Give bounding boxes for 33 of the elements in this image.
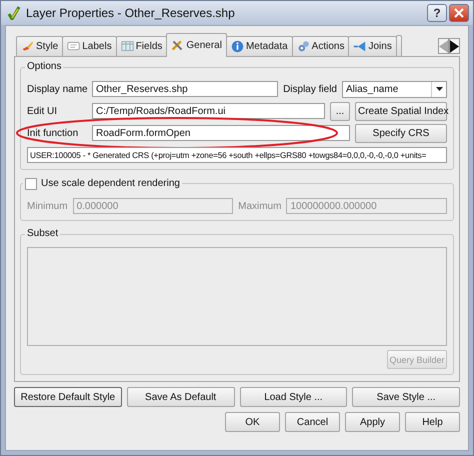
tab[interactable]: Fields (116, 36, 168, 56)
dialog-button[interactable]: Cancel (285, 412, 340, 432)
dialog-button[interactable]: OK (225, 412, 280, 432)
group-title: Options (25, 61, 64, 73)
tab[interactable]: Style (16, 36, 64, 56)
specify-crs-button[interactable]: Specify CRS (355, 124, 447, 142)
style-button[interactable]: Save As Default (126, 387, 234, 407)
browse-button[interactable]: ... (330, 102, 350, 120)
tab[interactable]: General (166, 33, 227, 57)
input-field[interactable]: C:/Temp/Roads/RoadForm.ui (92, 103, 325, 119)
input-field[interactable]: RoadForm.formOpen (92, 125, 350, 141)
crs-field[interactable]: USER:100005 - * Generated CRS (+proj=utm +zone=56 +south +ellps=GRS80 +towgs84=0,0,0,-0,-0,-0,0 +units= (27, 147, 447, 163)
field-label: Display field (283, 84, 337, 94)
style-button[interactable]: Save Style ... (352, 387, 460, 407)
tab[interactable]: Joins (348, 36, 397, 56)
tab[interactable]: Metadata (226, 36, 293, 56)
field-label: Minimum (27, 200, 68, 212)
style-button[interactable]: Restore Default Style (14, 387, 122, 407)
input-field[interactable]: Other_Reserves.shp (92, 81, 278, 97)
dialog-button[interactable]: Apply (345, 412, 400, 432)
window-title: Layer Properties - Other_Reserves.shp (26, 6, 235, 20)
tab[interactable]: Labels (62, 36, 117, 56)
field-label: Maximum (238, 200, 282, 212)
checkbox-label: Use scale dependent rendering (41, 178, 180, 189)
field-label: Edit UI (27, 106, 58, 116)
style-button[interactable]: Load Style ... (240, 387, 348, 407)
dropdown[interactable]: Alias_name (342, 80, 447, 98)
create-index-button[interactable]: Create Spatial Index (355, 102, 447, 120)
field-label: Display name (27, 84, 87, 94)
field-label: Init function (27, 128, 80, 138)
dialog-button[interactable]: Help (405, 412, 460, 432)
help-button[interactable]: ? (427, 4, 447, 22)
tab[interactable]: Actions (292, 36, 350, 56)
